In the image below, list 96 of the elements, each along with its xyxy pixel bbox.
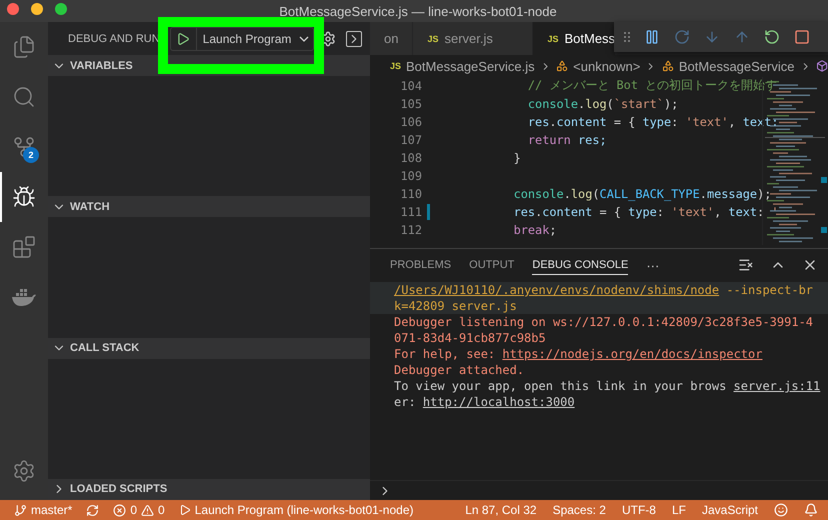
branch-icon [14,504,27,516]
bug-icon [12,185,36,209]
line-number: 107 [400,133,422,147]
code-line: console.log(CALL_BACK_TYPE.message); [514,187,772,201]
js-file-icon: JS [427,34,438,44]
step-into-button[interactable] [704,29,720,45]
line-number: 112 [400,223,422,237]
error-icon [113,504,126,516]
restart-icon [764,29,780,45]
arrow-up-icon [734,29,750,45]
cube-icon [816,59,828,73]
count-badge: 2 [23,147,39,163]
editor-tab[interactable]: JS server.js [413,22,534,55]
panel-tab[interactable]: OUTPUT [469,255,514,275]
terminal-icon [346,30,362,46]
whale-icon [11,287,37,307]
editor-tab[interactable]: JS BotMess [533,22,616,55]
code-line: res.content = { type: 'text', text: [528,115,779,129]
problems-status[interactable]: 0 0 [113,503,165,517]
console-link[interactable]: http://localhost:3000 [422,395,575,409]
play-icon [178,504,191,516]
section-header[interactable]: WATCH [48,196,370,218]
console-message: To view your app, open this link in your browser: http://localhost:3000 [394,378,726,410]
source-link[interactable]: server.js:11 [734,378,820,394]
status-item[interactable]: Spaces: 2 [552,503,606,517]
sync-icon [86,504,100,516]
status-item[interactable]: Ln 87, Col 32 [465,503,537,517]
js-file-icon: JS [390,61,402,71]
activity-bar-item[interactable]: 2 [0,122,48,172]
close-window-button[interactable] [7,3,19,15]
chevron-down-icon [299,36,310,42]
terminal-button[interactable] [346,30,362,46]
files-icon [12,35,36,59]
breadcrumb-item[interactable]: BotMessageService.js [406,58,535,74]
section-title: CALL STACK [70,342,140,354]
play-icon [176,32,190,46]
clear-list-icon [738,257,754,273]
line-number: 106 [400,115,422,129]
section-title: WATCH [70,200,110,213]
code-line: break; [514,223,557,237]
line-number: 104 [400,79,422,93]
console-message: /Users/WJ10110/.anyenv/envs/nodenv/shims/node --inspect-brk=42809 server.js [394,282,814,314]
launch-status[interactable]: Launch Program (line-works-bot01-node) [178,503,414,517]
clear-console-button[interactable] [738,257,754,273]
pause-icon [644,29,660,45]
launch-config-dropdown[interactable]: Launch Program [196,28,314,50]
section-title: VARIABLES [70,60,133,72]
console-message: For help, see: https://nodejs.org/en/docs/inspector [394,346,764,362]
sync-button[interactable] [86,504,100,516]
step-out-button[interactable] [734,29,750,45]
section-title: LOADED SCRIPTS [70,483,168,496]
status-item[interactable]: JavaScript [702,503,758,517]
stop-button[interactable] [794,29,810,45]
warning-icon [141,504,154,516]
line-number: 108 [400,151,422,165]
extensions-icon [12,235,36,259]
more-actions-button[interactable]: ··· [646,258,660,272]
arrow-down-icon [704,29,720,45]
code-line: } [514,151,521,165]
search-icon [12,85,36,109]
grip-icon[interactable] [624,31,630,43]
status-item[interactable]: UTF-8 [622,503,656,517]
breadcrumb-item[interactable]: BotMessageService [678,58,794,74]
restart-button[interactable] [764,29,780,45]
breadcrumb-item[interactable]: <unknown> [573,58,640,74]
line-number: 105 [400,97,422,111]
console-message: Debugger attached. [394,362,526,378]
section-header[interactable]: LOADED SCRIPTS [48,478,370,500]
code-line: res.content = { type: 'text', text: ' [514,205,779,219]
branch-status[interactable]: master* [14,503,72,517]
symbol-icon [556,59,568,73]
zoom-window-button[interactable] [55,3,67,15]
console-link[interactable]: https://nodejs.org/en/docs/inspector [502,347,762,361]
code-line: return res; [528,133,607,147]
code-line: console.log(`start`); [528,97,678,111]
stop-icon [794,29,810,45]
smiley-icon[interactable] [774,503,788,517]
line-number: 109 [400,169,422,183]
symbol-icon [662,59,674,73]
minimize-window-button[interactable] [31,3,43,15]
line-number: 110 [400,187,422,201]
panel-tab[interactable]: DEBUG CONSOLE [532,255,628,275]
js-file-icon: JS [547,34,558,44]
pause-button[interactable] [644,29,660,45]
window-title: BotMessageService.js — line-works-bot01-node [279,4,557,18]
console-link[interactable]: /Users/WJ10110/.anyenv/envs/nodenv/shims/node [394,283,720,297]
status-item[interactable]: LF [672,503,686,517]
settings-icon [12,459,36,483]
source-control-icon [12,135,36,159]
section-header[interactable]: CALL STACK [48,338,370,359]
step-over-icon [674,29,690,45]
editor-tab[interactable]: on [370,22,414,55]
line-number: 111 [400,205,422,219]
bell-icon[interactable] [804,503,818,517]
step-over-button[interactable] [674,29,690,45]
panel-tab[interactable]: PROBLEMS [390,255,452,275]
